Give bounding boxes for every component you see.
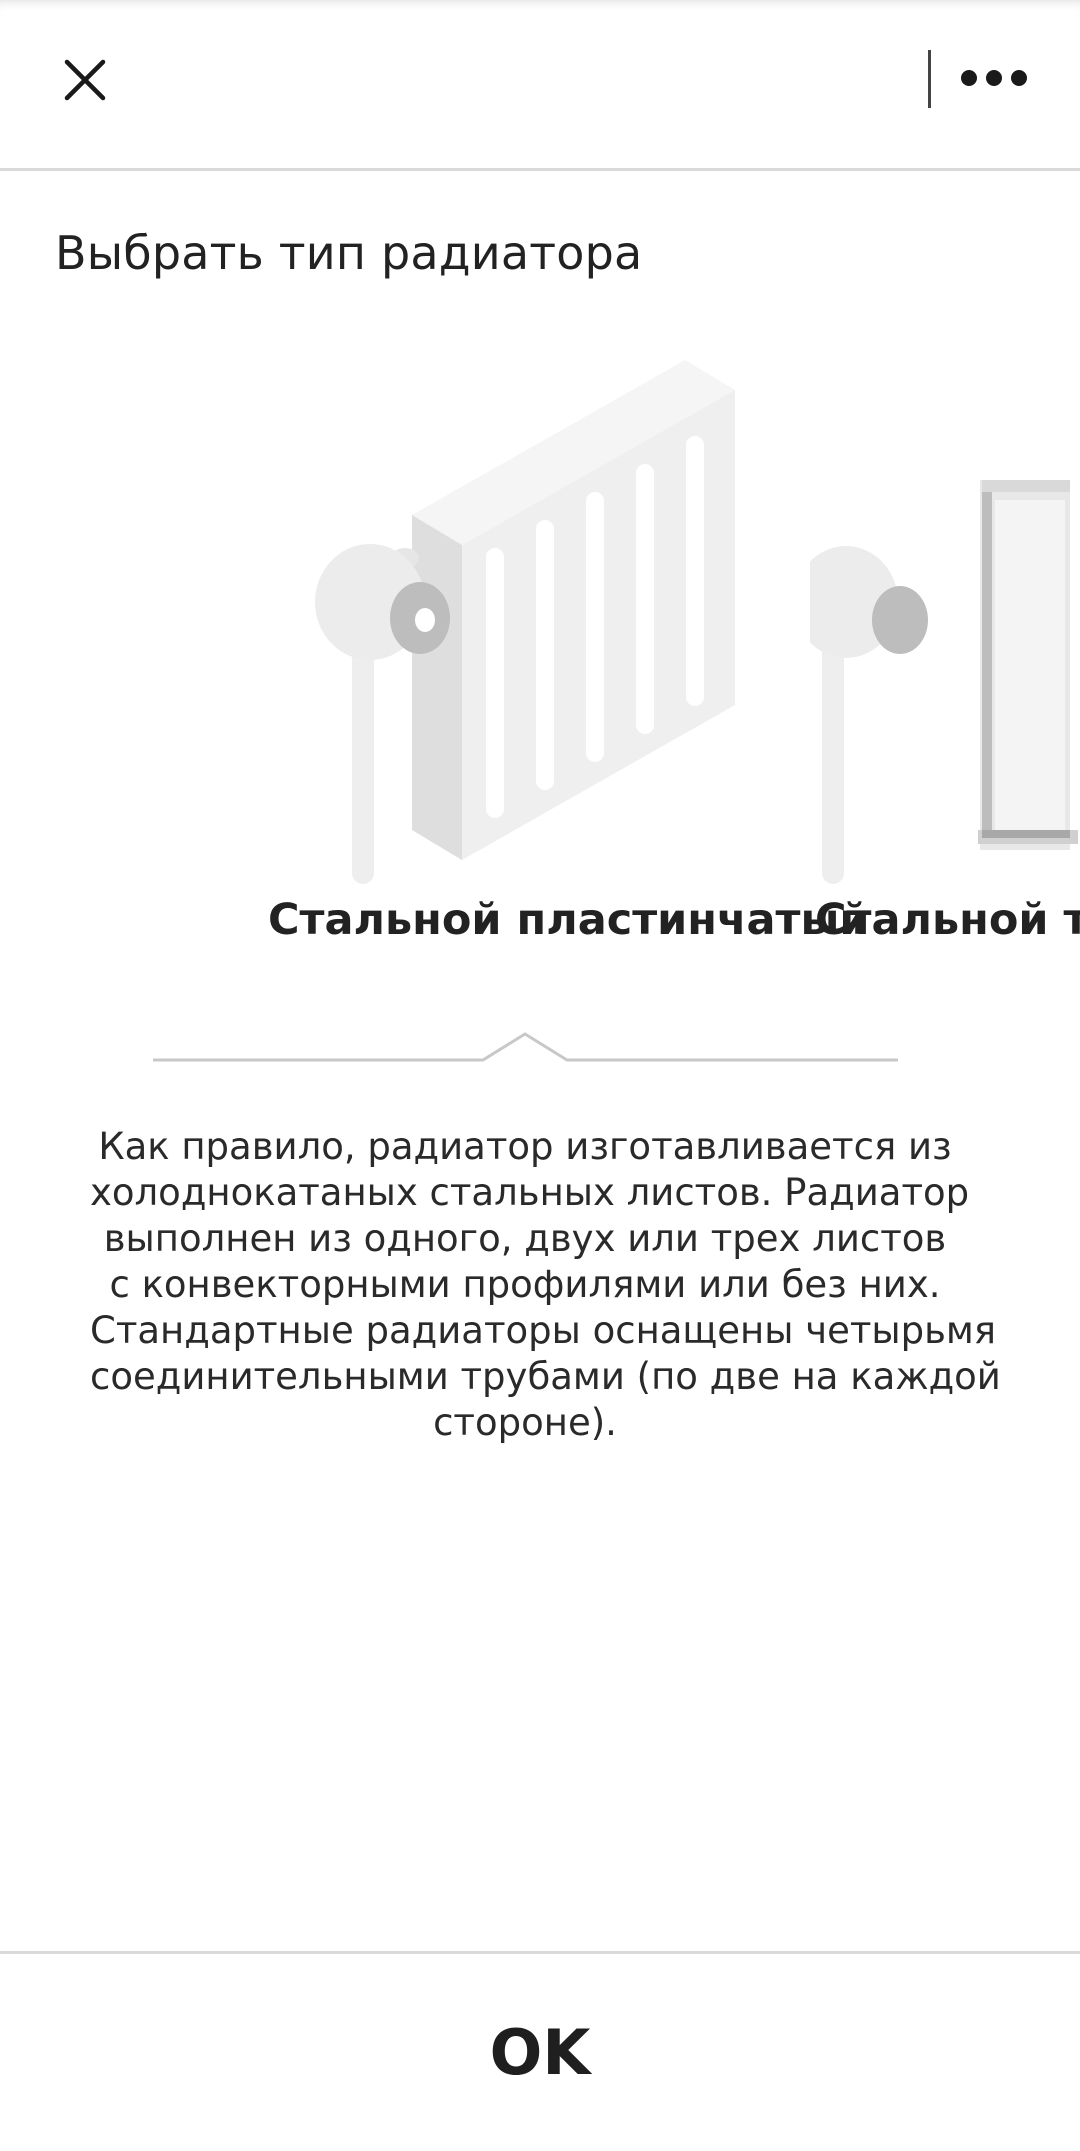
panel-radiator-icon — [315, 360, 735, 884]
top-bar — [0, 0, 1080, 171]
more-options-button[interactable] — [944, 48, 1044, 108]
selection-indicator — [153, 1032, 898, 1062]
more-dots-icon — [961, 70, 1027, 86]
tubular-radiator-icon — [794, 480, 1078, 884]
close-button[interactable] — [50, 40, 120, 120]
carousel-item-label: Стальной т — [815, 895, 1080, 945]
topbar-divider — [928, 50, 931, 108]
description-line: стороне). — [433, 1401, 617, 1444]
ok-button[interactable]: OK — [0, 1954, 1080, 2151]
carousel-item-steel-panel[interactable]: Стальной пластинчатый — [260, 340, 869, 945]
radiator-description: Как правило, радиатор изготавливается из… — [90, 1124, 1001, 1446]
carousel-item-steel-tubular[interactable]: Стальной т — [794, 340, 1080, 945]
description-line: соединительными трубами (по две на каждо… — [90, 1355, 1001, 1398]
radiator-type-carousel[interactable]: Стальной пластинчатый Стальной т — [0, 340, 1080, 980]
description-line: Как правило, радиатор изготавливается из — [98, 1125, 952, 1168]
description-line: с конвекторными профилями или без них. — [109, 1263, 941, 1306]
description-line: выполнен из одного, двух или трех листов — [103, 1217, 947, 1260]
close-icon — [64, 59, 106, 101]
description-line: Стандартные радиаторы оснащены четырьмя — [90, 1309, 997, 1352]
page-title: Выбрать тип радиатора — [55, 226, 643, 280]
description-line: холоднокатаных стальных листов. Радиатор — [90, 1171, 970, 1214]
carousel-item-label: Стальной пластинчатый — [268, 895, 870, 945]
